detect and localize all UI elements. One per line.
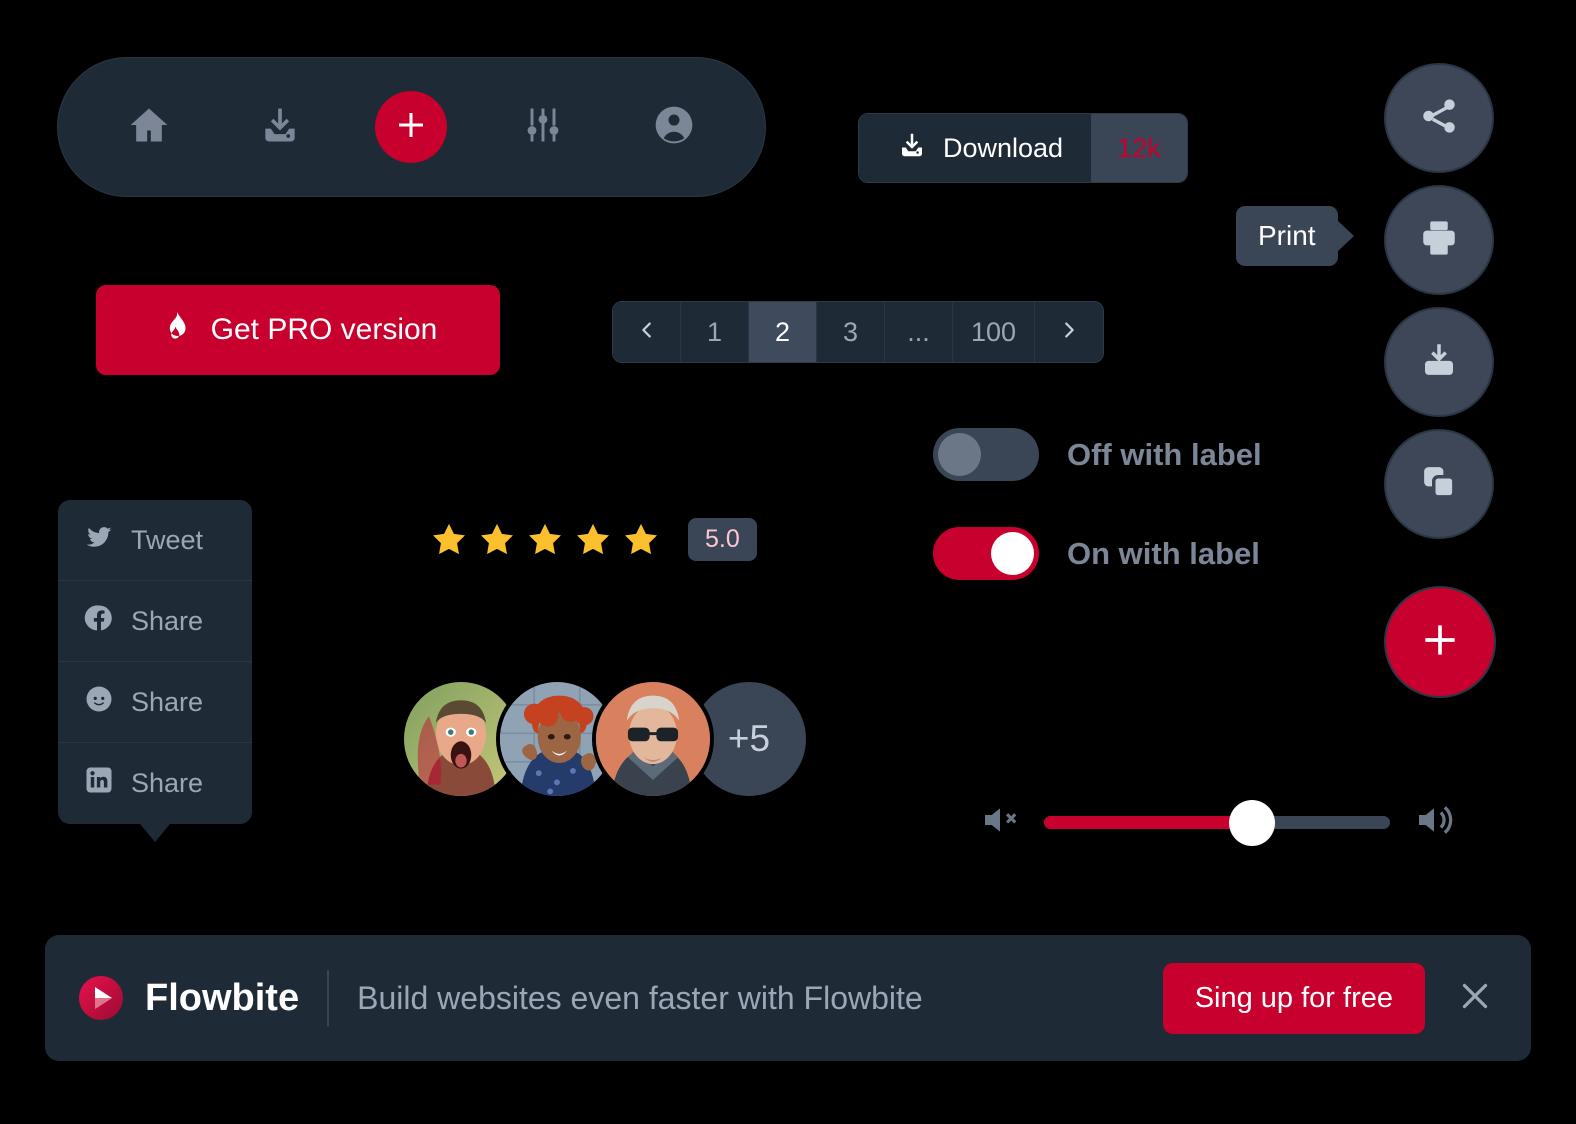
bottom-banner: Flowbite Build websites even faster with…: [45, 935, 1531, 1061]
facebook-icon: [84, 603, 114, 640]
brand-name: Flowbite: [145, 976, 300, 1019]
home-icon: [127, 103, 171, 152]
toggle-on-label: On with label: [1067, 535, 1260, 571]
print-icon: [1418, 217, 1460, 264]
social-share-label: Share: [131, 605, 204, 636]
pagination-page-3[interactable]: 3: [817, 302, 885, 362]
social-share-label: Share: [131, 686, 204, 717]
speed-dial-download-button[interactable]: [1384, 307, 1494, 417]
download-icon: [258, 103, 302, 152]
brand: Flowbite: [77, 974, 299, 1022]
download-button-group: Download 12k: [858, 113, 1188, 183]
page-root: Download 12k Get PRO version 1 2 3 ... 1…: [0, 0, 1576, 1124]
speed-dial-print-button[interactable]: [1384, 185, 1494, 295]
social-share-menu: Tweet Share Share Share: [58, 500, 252, 824]
pagination-prev-button[interactable]: [613, 302, 681, 362]
star-icon[interactable]: [526, 521, 564, 559]
speed-dial: [1384, 63, 1496, 698]
plus-icon: [393, 107, 429, 148]
rating-score-badge: 5.0: [688, 518, 757, 561]
banner-divider: [327, 970, 330, 1026]
volume-slider-group: [980, 799, 1454, 846]
get-pro-version-label: Get PRO version: [210, 313, 438, 346]
download-button-label: Download: [943, 132, 1064, 163]
copy-icon: [1418, 461, 1460, 508]
volume-mute-icon[interactable]: [980, 800, 1020, 845]
user-profile-icon: [652, 103, 696, 152]
pagination-page-100[interactable]: 100: [953, 302, 1036, 362]
toggle-knob: [991, 532, 1034, 575]
toggle-switch-on[interactable]: [933, 527, 1039, 580]
nav-settings-button[interactable]: [508, 92, 578, 162]
twitter-icon: [84, 522, 114, 559]
star-icon[interactable]: [574, 521, 612, 559]
social-menu-pointer: [140, 824, 170, 842]
nav-home-button[interactable]: [114, 92, 184, 162]
speed-dial-share-button[interactable]: [1384, 63, 1494, 173]
signup-button[interactable]: Sing up for free: [1162, 962, 1425, 1034]
pagination: 1 2 3 ... 100: [612, 301, 1105, 363]
nav-profile-button[interactable]: [639, 92, 709, 162]
volume-up-icon[interactable]: [1414, 800, 1454, 845]
plus-icon: [1418, 618, 1462, 667]
linkedin-icon: [84, 765, 114, 802]
social-share-linkedin[interactable]: Share: [58, 743, 252, 824]
pagination-next-button[interactable]: [1035, 302, 1104, 362]
flowbite-logo-icon: [79, 976, 123, 1020]
social-share-twitter[interactable]: Tweet: [58, 500, 252, 581]
reddit-icon: [84, 684, 114, 721]
star-icon[interactable]: [430, 521, 468, 559]
avatar-photo-3: [596, 682, 710, 796]
volume-slider-track[interactable]: [1044, 799, 1390, 846]
star-icon[interactable]: [478, 521, 516, 559]
social-share-label: Tweet: [131, 524, 204, 555]
star-icon[interactable]: [622, 521, 660, 559]
nav-add-button[interactable]: [375, 91, 448, 163]
close-icon: [1457, 978, 1493, 1019]
pagination-page-1[interactable]: 1: [681, 302, 749, 362]
settings-sliders-icon: [521, 103, 565, 152]
social-share-facebook[interactable]: Share: [58, 581, 252, 662]
social-share-label: Share: [131, 768, 204, 798]
bottom-navigation-bar: [57, 57, 766, 197]
download-icon: [897, 130, 927, 167]
share-icon: [1418, 95, 1460, 142]
avatar[interactable]: [592, 678, 714, 800]
chevron-left-icon: [636, 317, 658, 348]
social-share-reddit[interactable]: Share: [58, 662, 252, 743]
toggle-knob: [938, 433, 981, 476]
speed-dial-copy-button[interactable]: [1384, 429, 1494, 539]
toggle-off-row: Off with label: [933, 428, 1262, 481]
get-pro-version-button[interactable]: Get PRO version: [96, 285, 500, 375]
banner-message: Build websites even faster with Flowbite: [357, 979, 923, 1016]
volume-slider-fill: [1044, 816, 1252, 829]
speed-dial-main-button[interactable]: [1384, 586, 1496, 698]
download-button[interactable]: Download: [859, 114, 1092, 182]
pagination-ellipsis[interactable]: ...: [885, 302, 953, 362]
toggle-switch-off[interactable]: [933, 428, 1039, 481]
print-tooltip: Print: [1236, 206, 1338, 266]
toggle-on-row: On with label: [933, 527, 1260, 580]
pagination-page-2[interactable]: 2: [749, 302, 817, 362]
chevron-right-icon: [1058, 317, 1080, 348]
download-count-badge[interactable]: 12k: [1091, 114, 1187, 182]
volume-slider-knob[interactable]: [1228, 799, 1275, 846]
toggle-off-label: Off with label: [1067, 436, 1262, 472]
fire-icon: [159, 309, 191, 351]
star-rating: 5.0: [430, 518, 757, 561]
nav-download-button[interactable]: [245, 92, 315, 162]
avatar-group: +5: [400, 678, 810, 800]
download-box-icon: [1418, 339, 1460, 386]
banner-close-button[interactable]: [1453, 976, 1497, 1020]
